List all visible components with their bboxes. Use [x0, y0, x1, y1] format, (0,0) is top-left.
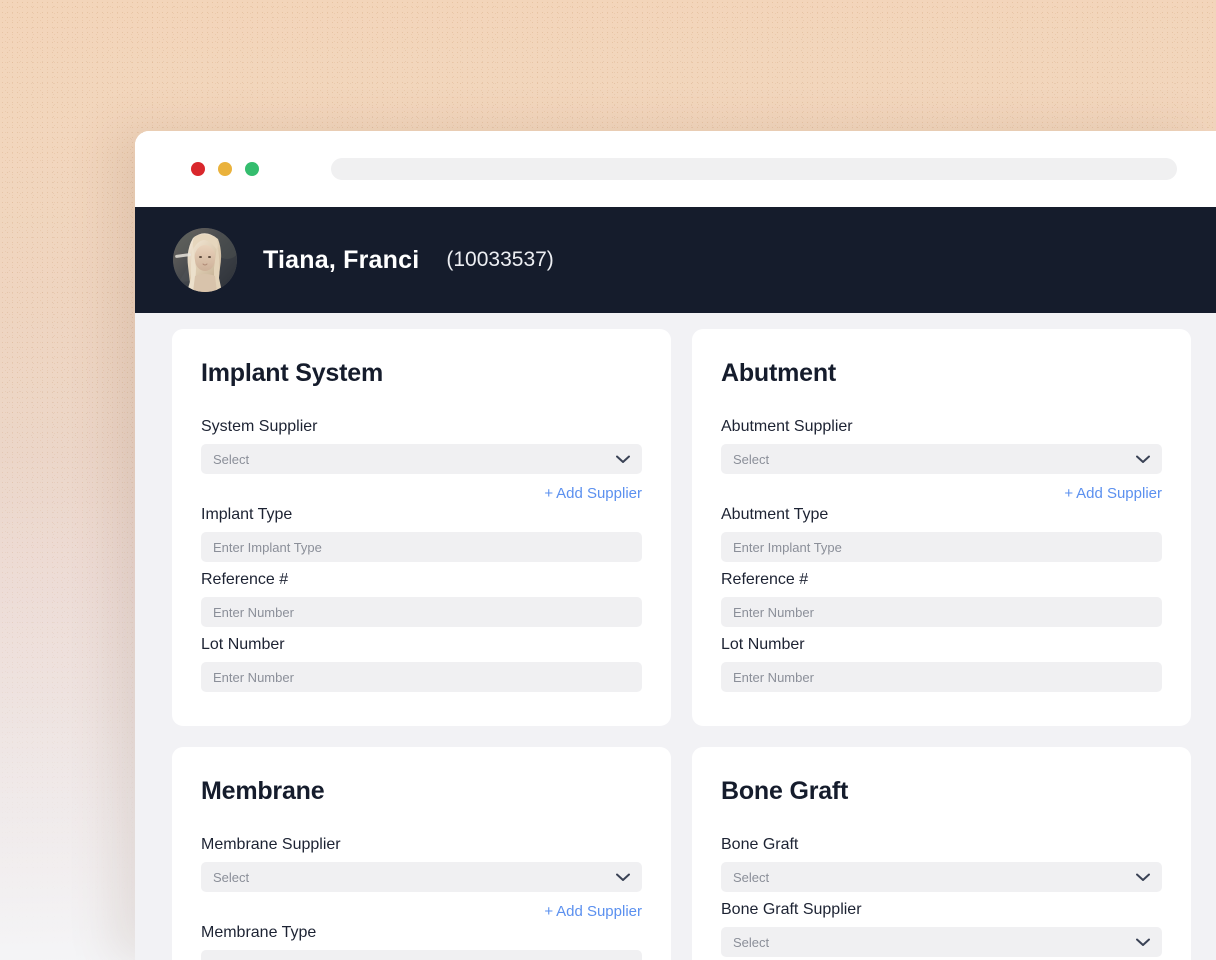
input-placeholder: Enter Implant Type: [733, 539, 842, 555]
chevron-down-icon: [1136, 873, 1150, 882]
close-window-icon[interactable]: [191, 162, 205, 176]
address-bar[interactable]: [331, 158, 1177, 180]
implant-type-input[interactable]: Enter Implant Type: [201, 532, 642, 562]
bone-graft-supplier-select[interactable]: Select: [721, 927, 1162, 957]
field-label-lot-number: Lot Number: [201, 636, 285, 653]
cards-grid: Implant System System Supplier Select + A…: [172, 329, 1192, 960]
bone-graft-select[interactable]: Select: [721, 862, 1162, 892]
chevron-down-icon: [616, 873, 630, 882]
abutment-supplier-select[interactable]: Select: [721, 444, 1162, 474]
card-title: Abutment: [721, 359, 837, 387]
input-placeholder: Enter Implant Type: [213, 539, 322, 555]
field-label-abutment-supplier: Abutment Supplier: [721, 418, 853, 435]
field-label-membrane-supplier: Membrane Supplier: [201, 836, 341, 853]
chevron-down-icon: [616, 455, 630, 464]
plus-icon: +: [544, 903, 554, 920]
avatar: [173, 228, 237, 292]
field-label-lot-number: Lot Number: [721, 636, 805, 653]
lot-number-input[interactable]: Enter Number: [721, 662, 1162, 692]
browser-window: Tiana, Franci (10033537) Implant System …: [135, 131, 1216, 960]
browser-chrome-bar: [135, 131, 1216, 207]
field-label-bone-graft-supplier: Bone Graft Supplier: [721, 901, 862, 918]
patient-name: Tiana, Franci: [263, 245, 420, 274]
card-implant-system: Implant System System Supplier Select + A…: [172, 329, 671, 726]
chevron-down-icon: [1136, 938, 1150, 947]
add-supplier-link-implant[interactable]: + Add Supplier: [201, 485, 642, 502]
system-supplier-select[interactable]: Select: [201, 444, 642, 474]
card-membrane: Membrane Membrane Supplier Select + Add S…: [172, 747, 671, 960]
abutment-type-input[interactable]: Enter Implant Type: [721, 532, 1162, 562]
plus-icon: +: [1064, 485, 1074, 502]
input-placeholder: Enter Number: [213, 604, 294, 620]
add-supplier-label: Add Supplier: [556, 485, 642, 502]
reference-number-input[interactable]: Enter Number: [201, 597, 642, 627]
select-value: Select: [733, 451, 770, 467]
form-page: Implant System System Supplier Select + A…: [135, 313, 1216, 960]
maximize-window-icon[interactable]: [245, 162, 259, 176]
add-supplier-link-abutment[interactable]: + Add Supplier: [721, 485, 1162, 502]
card-abutment: Abutment Abutment Supplier Select + Add S…: [692, 329, 1191, 726]
input-placeholder: Enter Number: [733, 604, 814, 620]
field-label-implant-type: Implant Type: [201, 506, 293, 523]
input-placeholder: Enter Number: [733, 669, 814, 685]
plus-icon: +: [544, 485, 554, 502]
input-placeholder: Enter Number: [213, 669, 294, 685]
membrane-type-input[interactable]: Enter Implant Type: [201, 950, 642, 960]
field-label-reference-number: Reference #: [201, 571, 289, 588]
card-bone-graft: Bone Graft Bone Graft Select Bone Graft …: [692, 747, 1191, 960]
minimize-window-icon[interactable]: [218, 162, 232, 176]
patient-id: (10033537): [446, 248, 554, 271]
add-supplier-label: Add Supplier: [556, 903, 642, 920]
select-value: Select: [213, 451, 250, 467]
select-value: Select: [213, 869, 250, 885]
field-label-reference-number: Reference #: [721, 571, 809, 588]
add-supplier-link-membrane[interactable]: + Add Supplier: [201, 903, 642, 920]
field-label-system-supplier: System Supplier: [201, 418, 318, 435]
chevron-down-icon: [1136, 455, 1150, 464]
field-label-abutment-type: Abutment Type: [721, 506, 829, 523]
select-value: Select: [733, 869, 770, 885]
field-label-membrane-type: Membrane Type: [201, 924, 317, 941]
patient-header: Tiana, Franci (10033537): [135, 207, 1216, 313]
card-title: Implant System: [201, 359, 383, 387]
field-label-bone-graft: Bone Graft: [721, 836, 799, 853]
lot-number-input[interactable]: Enter Number: [201, 662, 642, 692]
traffic-lights: [191, 162, 259, 176]
card-title: Bone Graft: [721, 777, 849, 805]
reference-number-input[interactable]: Enter Number: [721, 597, 1162, 627]
select-value: Select: [733, 934, 770, 950]
card-title: Membrane: [201, 777, 325, 805]
add-supplier-label: Add Supplier: [1076, 485, 1162, 502]
membrane-supplier-select[interactable]: Select: [201, 862, 642, 892]
